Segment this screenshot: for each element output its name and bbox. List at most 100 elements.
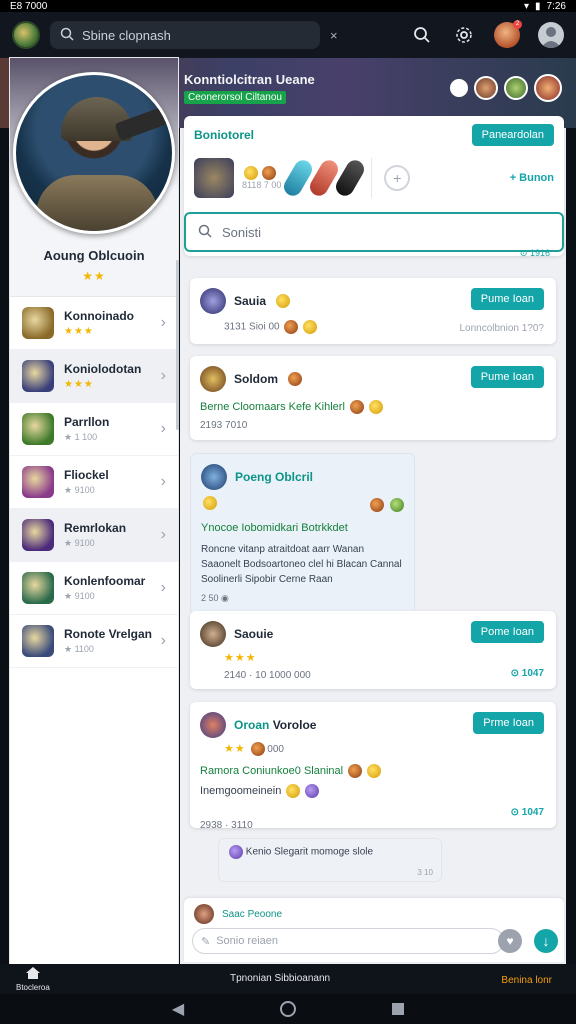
featured-link[interactable]: + Bunon [510,172,554,184]
game-meta: ★★★ [64,326,94,337]
battery-icon: ▮ [535,0,541,12]
game-title: Konlenfoomar [64,574,146,588]
emoji-icon [349,400,364,414]
feed-card: Oroan Voroloe ★★ 000 Ramora Coniunkoe0 S… [190,702,556,831]
send-button[interactable]: ↓ [534,929,558,953]
game-thumbnail [22,519,54,551]
game-thumbnail [22,572,54,604]
avatar[interactable] [200,366,226,392]
coin-icon [244,166,258,180]
profile-hero-image [13,72,175,234]
user-avatar[interactable] [538,22,564,48]
recents-icon[interactable] [392,1003,405,1015]
message-input[interactable]: ✎ Sonio reiaen [192,928,504,954]
system-nav: ◀ [0,994,576,1024]
home-icon [25,966,41,982]
emoji-icon [305,784,320,799]
member-avatar[interactable] [474,76,498,100]
featured-action-button[interactable]: Paneardolan [471,124,554,146]
nav-right-label[interactable]: Benina lonr [501,975,552,986]
item-capsule-icon[interactable] [333,157,368,199]
chevron-right-icon: › [160,473,166,490]
clear-search-icon[interactable]: × [330,28,338,43]
profile-section: Aoung Oblcuoin ★★ [10,58,178,296]
card-action-button[interactable]: Pume Ioan [470,366,544,388]
app-logo[interactable] [12,21,40,49]
game-list-item[interactable]: Koniolodotan ★★★ › [10,350,178,403]
emoji-icon [203,496,217,510]
featured-game-thumb[interactable] [194,158,234,198]
game-list-item[interactable]: Remrlokan ★ 9100 › [10,509,178,562]
emoji-icon [369,497,384,512]
game-thumbnail [22,625,54,657]
game-list-item[interactable]: Fliockel ★ 9100 › [10,456,178,509]
game-list-item[interactable]: Konlenfoomar ★ 9100 › [10,562,178,615]
featured-title: Boniotorel [194,128,254,142]
game-thumbnail [22,466,54,498]
left-scrollbar[interactable] [176,260,179,430]
emoji-icon [390,497,404,512]
emoji-icon [367,764,382,779]
card-action-button[interactable]: Pume Ioan [470,288,544,310]
emoji-icon [369,400,384,414]
search-input[interactable]: Sonisti [184,212,564,252]
notification-badge: 2 [513,20,522,29]
bubble-message: Roncne vitanp atraitdoat aarr Wanan Saao… [201,544,402,585]
profile-stars: ★★ [82,269,106,283]
bottom-nav: Btocleroa Tpnonian Sibbioanann Benina lo… [0,964,576,994]
composer-user: Saac Peoone [222,908,283,920]
settings-button[interactable] [452,23,476,47]
notification-avatar[interactable]: 2 [494,20,522,48]
avatar[interactable] [200,621,226,647]
nav-center-label[interactable]: Tpnonian Sibbioanann [230,973,330,984]
back-icon[interactable]: ◀ [172,999,184,1019]
search-placeholder: Sonisti [222,224,262,240]
card-highlight: Berne Cloomaars Kefe Kihlerl [200,400,345,413]
game-list-item[interactable]: Konnoinado ★★★ › [10,297,178,350]
game-meta: ★ 9100 [64,485,95,495]
card-meta: 3131 Sioi 00 [224,321,280,333]
search-button[interactable] [410,23,434,47]
game-thumbnail [22,307,54,339]
bubble-highlight: Ynocoe Iobomidkari Botrkkdet [201,522,348,534]
card-action-button[interactable]: Prme Ioan [473,712,544,734]
reply-text: Kenio Slegarit momoge slole [245,846,374,858]
profile-name: Aoung Oblcuoin [43,248,145,263]
card-action-button[interactable]: Pome Ioan [470,621,544,643]
item-capsule-icon[interactable] [281,157,316,199]
emoji-icon [284,320,299,334]
game-list-item[interactable]: Ronote Vrelgan ★ 1100 › [10,615,178,668]
game-list: Konnoinado ★★★ › Koniolodotan ★★★ › Parrllon ★ … [10,296,178,668]
item-capsule-icon[interactable] [307,157,342,199]
game-title: Ronote Vrelgan [64,627,153,641]
game-list-item[interactable]: Parrllon ★ 1 100 › [10,403,178,456]
avatar[interactable] [200,712,226,738]
left-panel: Aoung Oblcuoin ★★ Konnoinado ★★★ › Koniolod… [10,58,178,964]
search-icon [198,224,212,241]
card-time: ⊙ 1047 [510,668,544,679]
card-highlight: Ramora Coniunkoe0 Slaninal [200,765,344,778]
game-title: Koniolodotan [64,362,142,376]
game-title: Remrlokan [64,521,127,535]
reply-preview[interactable]: Kenio Slegarit momoge slole 3 10 [218,838,442,882]
game-title: Fliockel [64,468,109,482]
top-search-bar[interactable]: Sbine clopnash [50,21,320,49]
avatar [194,904,214,924]
add-item-icon[interactable]: + [384,165,411,191]
game-thumbnail [22,413,54,445]
member-avatar[interactable] [504,76,528,100]
card-meta: 2140 · 10 1000 000 [224,670,311,681]
card-name: Sauia [234,294,267,308]
top-app-bar: Sbine clopnash × 2 [0,12,576,58]
avatar[interactable] [200,288,226,314]
status-bar: E8 7000 ▾ ▮ 7:26 [0,0,576,12]
edit-icon: ✎ [201,935,211,948]
header-tag: Ceonerorsol Ciltanou [184,91,286,104]
feed-card: Soldom Berne Cloomaars Kefe Kihlerl 2193… [190,356,556,440]
avatar[interactable] [201,464,227,490]
heart-icon[interactable]: ♥ [498,929,522,953]
member-avatar[interactable] [534,74,562,102]
home-circle-icon[interactable] [280,1001,297,1017]
nav-home[interactable]: Btocleroa [16,966,50,992]
bubble-meta: 2 50 ◉ [201,593,229,603]
